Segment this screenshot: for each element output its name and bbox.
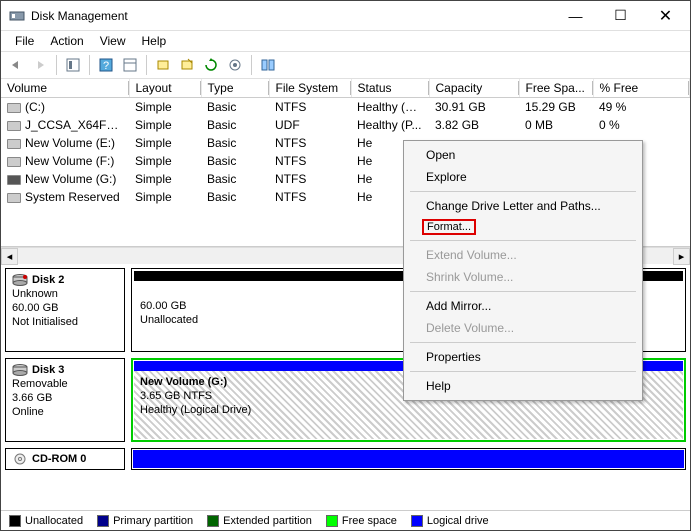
window-title: Disk Management bbox=[31, 9, 553, 23]
table-header-row: Volume Layout Type File System Status Ca… bbox=[1, 79, 690, 98]
toolbar-icon-4[interactable] bbox=[152, 54, 174, 76]
scroll-left-icon[interactable]: ◂ bbox=[1, 248, 18, 265]
ctx-shrink-volume: Shrink Volume... bbox=[406, 266, 640, 288]
volume-icon bbox=[7, 103, 21, 113]
col-filesystem[interactable]: File System bbox=[269, 79, 351, 98]
toolbar-icon-8[interactable] bbox=[257, 54, 279, 76]
ctx-help[interactable]: Help bbox=[406, 375, 640, 397]
disk2-info[interactable]: Disk 2 Unknown 60.00 GB Not Initialised bbox=[5, 268, 125, 352]
context-menu: Open Explore Change Drive Letter and Pat… bbox=[403, 140, 643, 401]
volume-icon bbox=[7, 175, 21, 185]
menu-view[interactable]: View bbox=[92, 32, 134, 50]
cdrom-block[interactable] bbox=[131, 448, 686, 470]
minimize-button[interactable]: — bbox=[553, 1, 598, 30]
maximize-button[interactable]: ☐ bbox=[598, 1, 643, 30]
volume-icon bbox=[7, 139, 21, 149]
back-button[interactable] bbox=[5, 54, 27, 76]
table-row[interactable]: J_CCSA_X64FRE_E...SimpleBasicUDFHealthy … bbox=[1, 116, 690, 134]
disk-icon bbox=[12, 274, 28, 286]
app-icon bbox=[9, 8, 25, 24]
volume-icon bbox=[7, 193, 21, 203]
ctx-delete-volume: Delete Volume... bbox=[406, 317, 640, 339]
close-button[interactable]: ✕ bbox=[643, 1, 688, 30]
legend-swatch-freespace bbox=[326, 515, 338, 527]
help-icon[interactable]: ? bbox=[95, 54, 117, 76]
col-status[interactable]: Status bbox=[351, 79, 429, 98]
menubar: File Action View Help bbox=[1, 31, 690, 51]
volume-icon bbox=[7, 157, 21, 167]
menu-action[interactable]: Action bbox=[42, 32, 91, 50]
menu-help[interactable]: Help bbox=[134, 32, 175, 50]
toolbar-icon-3[interactable] bbox=[119, 54, 141, 76]
disk-icon bbox=[12, 364, 28, 376]
cdrom-info[interactable]: CD-ROM 0 bbox=[5, 448, 125, 470]
legend-swatch-logical bbox=[411, 515, 423, 527]
menu-file[interactable]: File bbox=[7, 32, 42, 50]
toolbar: ? bbox=[1, 51, 690, 79]
forward-button[interactable] bbox=[29, 54, 51, 76]
titlebar: Disk Management — ☐ ✕ bbox=[1, 1, 690, 31]
scroll-right-icon[interactable]: ▸ bbox=[673, 248, 690, 265]
disk-row-cdrom: CD-ROM 0 bbox=[5, 448, 686, 470]
col-capacity[interactable]: Capacity bbox=[429, 79, 519, 98]
legend-swatch-extended bbox=[207, 515, 219, 527]
toolbar-icon-1[interactable] bbox=[62, 54, 84, 76]
col-volume[interactable]: Volume bbox=[1, 79, 129, 98]
toolbar-icon-5[interactable] bbox=[176, 54, 198, 76]
disk3-info[interactable]: Disk 3 Removable 3.66 GB Online bbox=[5, 358, 125, 442]
cdrom-icon bbox=[12, 453, 28, 465]
ctx-change-drive-letter[interactable]: Change Drive Letter and Paths... bbox=[406, 195, 640, 217]
svg-text:?: ? bbox=[103, 60, 109, 72]
col-pctfree[interactable]: % Free bbox=[593, 79, 690, 98]
legend: Unallocated Primary partition Extended p… bbox=[1, 510, 690, 530]
ctx-extend-volume: Extend Volume... bbox=[406, 244, 640, 266]
ctx-open[interactable]: Open bbox=[406, 144, 640, 166]
col-freespace[interactable]: Free Spa... bbox=[519, 79, 593, 98]
col-type[interactable]: Type bbox=[201, 79, 269, 98]
table-row[interactable]: (C:)SimpleBasicNTFSHealthy (B...30.91 GB… bbox=[1, 98, 690, 117]
col-layout[interactable]: Layout bbox=[129, 79, 201, 98]
legend-swatch-unallocated bbox=[9, 515, 21, 527]
ctx-explore[interactable]: Explore bbox=[406, 166, 640, 188]
refresh-icon[interactable] bbox=[200, 54, 222, 76]
toolbar-icon-7[interactable] bbox=[224, 54, 246, 76]
volume-icon bbox=[7, 121, 21, 131]
ctx-add-mirror[interactable]: Add Mirror... bbox=[406, 295, 640, 317]
ctx-properties[interactable]: Properties bbox=[406, 346, 640, 368]
legend-swatch-primary bbox=[97, 515, 109, 527]
ctx-format[interactable]: Format... bbox=[422, 219, 476, 235]
